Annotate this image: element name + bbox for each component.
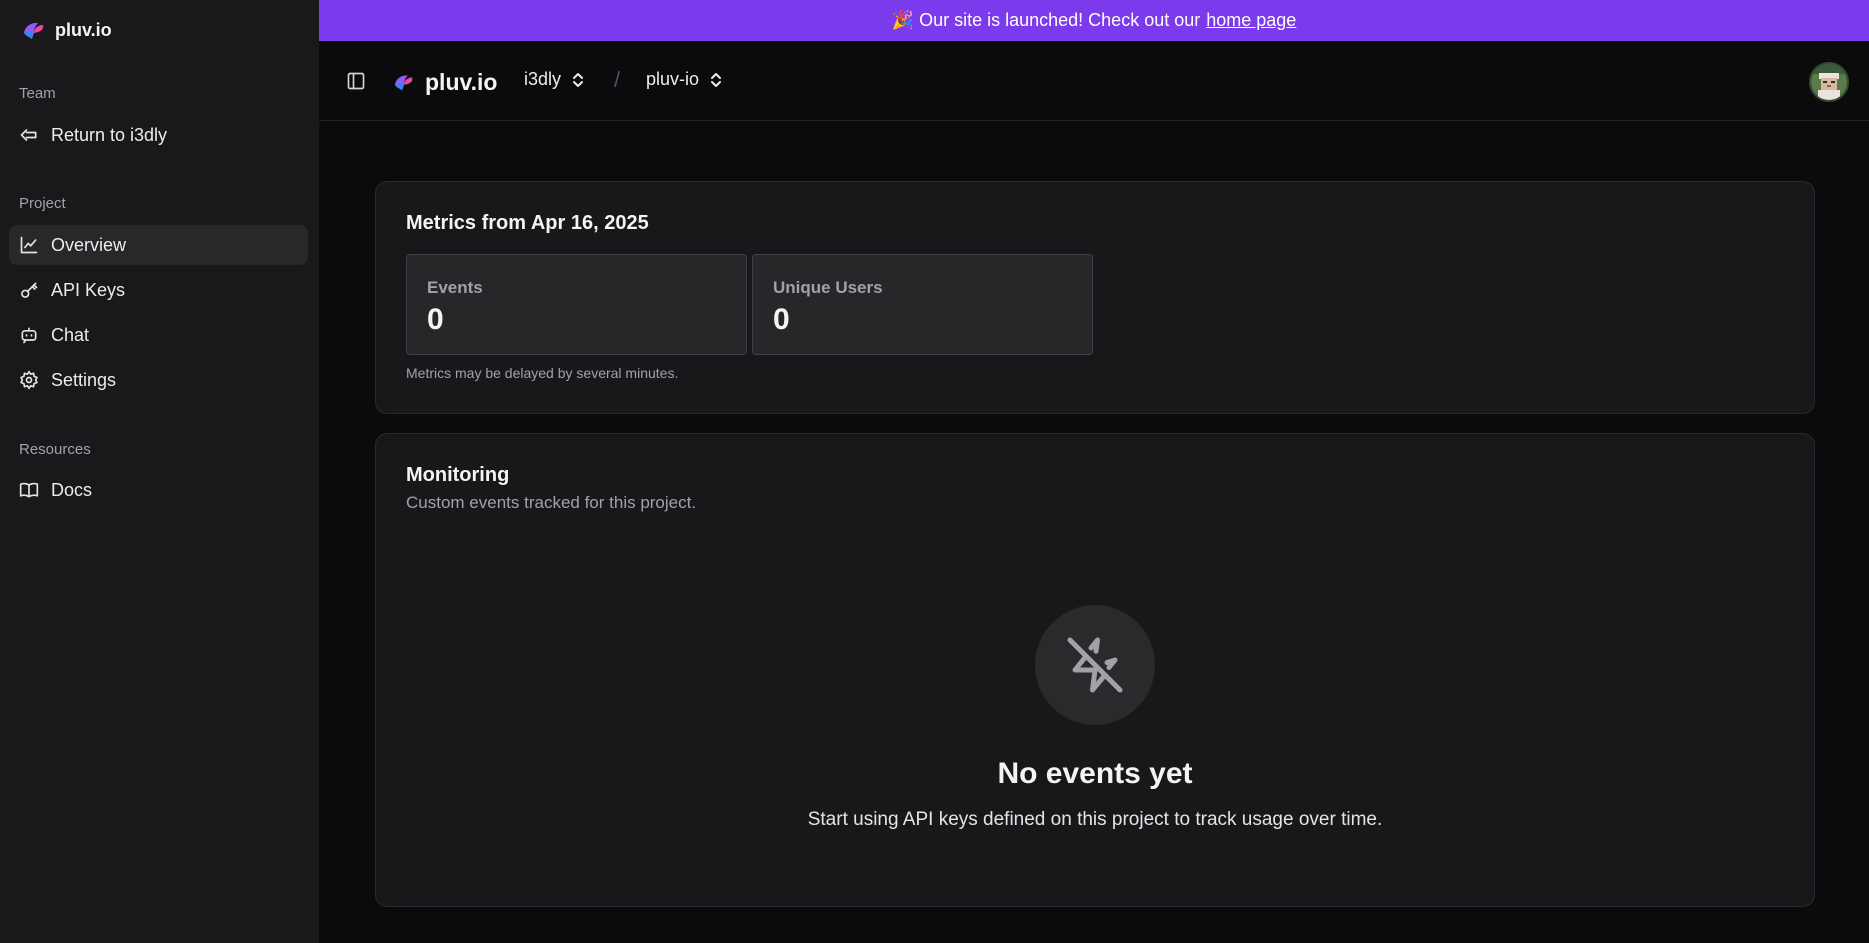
monitoring-title: Monitoring [406,464,510,486]
header-logo[interactable]: pluv.io [393,69,497,96]
sidebar-item-api-keys[interactable]: API Keys [9,270,308,310]
banner-text: 🎉 Our site is launched! Check out our [891,10,1201,30]
events-metric: Events 0 [406,254,747,355]
team-switcher-label: i3dly [524,69,562,89]
sidebar-item-label: Settings [51,369,117,390]
chevrons-up-down-icon [708,71,724,89]
announcement-banner: 🎉 Our site is launched! Check out our ho… [319,0,1869,41]
metrics-card: Metrics from Apr 16, 2025 Events 0 Uniqu… [375,181,1815,414]
project-switcher[interactable]: pluv-io [646,69,724,90]
metrics-title: Metrics from Apr 16, 2025 [406,212,649,234]
metric-value: 0 [773,303,790,336]
empty-state-title: No events yet [997,757,1193,790]
sidebar-item-overview[interactable]: Overview [9,225,308,265]
section-label-resources: Resources [19,441,91,458]
sidebar: pluv.io Team Return to i3dly Project Ove… [0,0,319,943]
sidebar-item-label: API Keys [51,279,126,300]
sidebar-item-label: Docs [51,479,93,500]
sidebar-item-chat[interactable]: Chat [9,315,308,355]
section-label-project: Project [19,195,66,212]
chart-line-icon [19,235,39,255]
top-header: pluv.io i3dly / pluv-io [319,41,1869,121]
metric-label: Unique Users [773,278,883,297]
metrics-delay-note: Metrics may be delayed by several minute… [406,365,679,381]
sidebar-item-label: Return to i3dly [51,124,168,145]
pluv-logo-icon [22,21,46,41]
sidebar-item-label: Chat [51,324,90,345]
book-icon [19,480,39,500]
gear-icon [19,370,39,390]
sidebar-item-label: Overview [51,234,127,255]
chevrons-up-down-icon [570,71,586,89]
sidebar-item-return[interactable]: Return to i3dly [9,115,308,155]
pluv-logo-icon [393,73,415,93]
section-label-team: Team [19,85,56,102]
zap-off-icon [1065,635,1125,695]
monitoring-card: Monitoring Custom events tracked for thi… [375,433,1815,907]
monitoring-subtitle: Custom events tracked for this project. [406,493,697,512]
user-avatar[interactable] [1809,62,1849,102]
sidebar-brand[interactable]: pluv.io [22,20,112,41]
return-arrow-icon [19,125,39,145]
bot-chat-icon [19,325,39,345]
key-icon [19,280,39,300]
metric-value: 0 [427,303,444,336]
empty-state-description: Start using API keys defined on this pro… [807,809,1383,830]
metric-label: Events [427,278,483,297]
empty-state-badge [1035,605,1155,725]
unique-users-metric: Unique Users 0 [752,254,1093,355]
header-logo-label: pluv.io [425,69,498,95]
sidebar-toggle-icon[interactable] [346,71,368,93]
sidebar-brand-label: pluv.io [55,20,112,40]
sidebar-item-docs[interactable]: Docs [9,470,308,510]
breadcrumb-separator: / [614,67,621,92]
sidebar-item-settings[interactable]: Settings [9,360,308,400]
project-switcher-label: pluv-io [646,69,700,89]
team-switcher[interactable]: i3dly [524,69,586,90]
home-page-link[interactable]: home page [1206,10,1296,31]
